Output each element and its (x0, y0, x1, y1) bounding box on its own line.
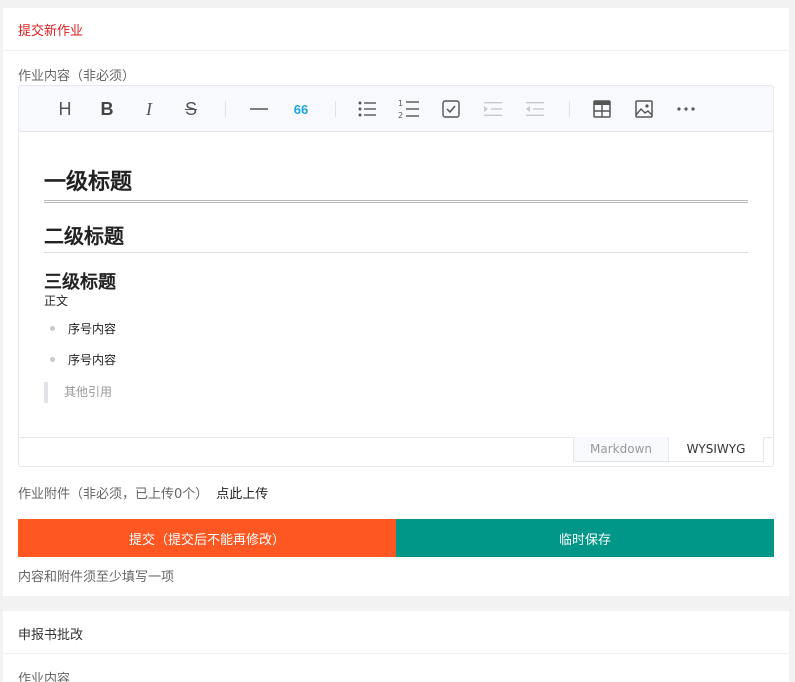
paragraph: 正文 (44, 294, 69, 308)
upload-link[interactable]: 点此上传 (216, 487, 268, 502)
bullet-list-icon[interactable] (354, 96, 380, 122)
more-icon[interactable] (673, 96, 699, 122)
save-draft-button[interactable]: 临时保存 (396, 519, 774, 557)
card-title: 提交新作业 (18, 24, 84, 39)
outdent-icon[interactable] (522, 96, 548, 122)
tab-wysiwyg[interactable]: WYSIWYG (668, 437, 764, 462)
italic-icon[interactable]: I (136, 96, 162, 122)
svg-text:1: 1 (398, 99, 403, 108)
bullet-icon (50, 326, 55, 331)
requirement-hint: 内容和附件须至少填写一项 (18, 570, 175, 585)
list-item-text: 序号内容 (68, 322, 117, 336)
markdown-editor: H B I S 66 1 2 一级标题 二级标题 三级标题 正文 序号内容 序号… (18, 85, 774, 467)
toolbar-separator (569, 101, 570, 117)
card-title: 申报书批改 (18, 628, 84, 643)
heading-2-rule (44, 252, 748, 253)
content-label: 作业内容（非必须） (18, 69, 136, 84)
image-icon[interactable] (631, 96, 657, 122)
submit-button[interactable]: 提交（提交后不能再修改） (18, 519, 396, 557)
attachment-label: 作业附件（非必须，已上传0个） (18, 487, 209, 502)
heading-icon[interactable]: H (52, 96, 78, 122)
task-list-icon[interactable] (438, 96, 464, 122)
indent-icon[interactable] (480, 96, 506, 122)
list-item-text: 序号内容 (68, 353, 117, 367)
divider (3, 653, 789, 654)
ordered-list-icon[interactable]: 1 2 (396, 96, 422, 122)
submit-homework-card: 提交新作业 作业内容（非必须） H B I S 66 1 2 一级标题 二级标题… (3, 8, 789, 596)
content-label: 作业内容 (18, 672, 71, 682)
attachment-row: 作业附件（非必须，已上传0个） 点此上传 (18, 483, 268, 502)
quote-icon[interactable]: 66 (288, 96, 314, 122)
svg-text:2: 2 (398, 111, 403, 120)
review-card: 申报书批改 作业内容 (3, 611, 789, 682)
blockquote: 其他引用 (44, 382, 112, 403)
heading-3: 三级标题 (44, 272, 116, 293)
editor-toolbar: H B I S 66 1 2 (19, 86, 773, 132)
bullet-icon (50, 357, 55, 362)
divider (3, 50, 789, 51)
strike-icon[interactable]: S (178, 96, 204, 122)
tab-markdown[interactable]: Markdown (573, 437, 669, 462)
heading-1: 一级标题 (44, 170, 133, 195)
toolbar-separator (335, 101, 336, 117)
heading-2: 二级标题 (44, 224, 124, 248)
toolbar-separator (225, 101, 226, 117)
heading-1-rule (44, 200, 748, 203)
hr-icon[interactable] (246, 96, 272, 122)
bold-icon[interactable]: B (94, 96, 120, 122)
mode-switch-bar: Markdown WYSIWYG (19, 437, 773, 466)
table-icon[interactable] (589, 96, 615, 122)
